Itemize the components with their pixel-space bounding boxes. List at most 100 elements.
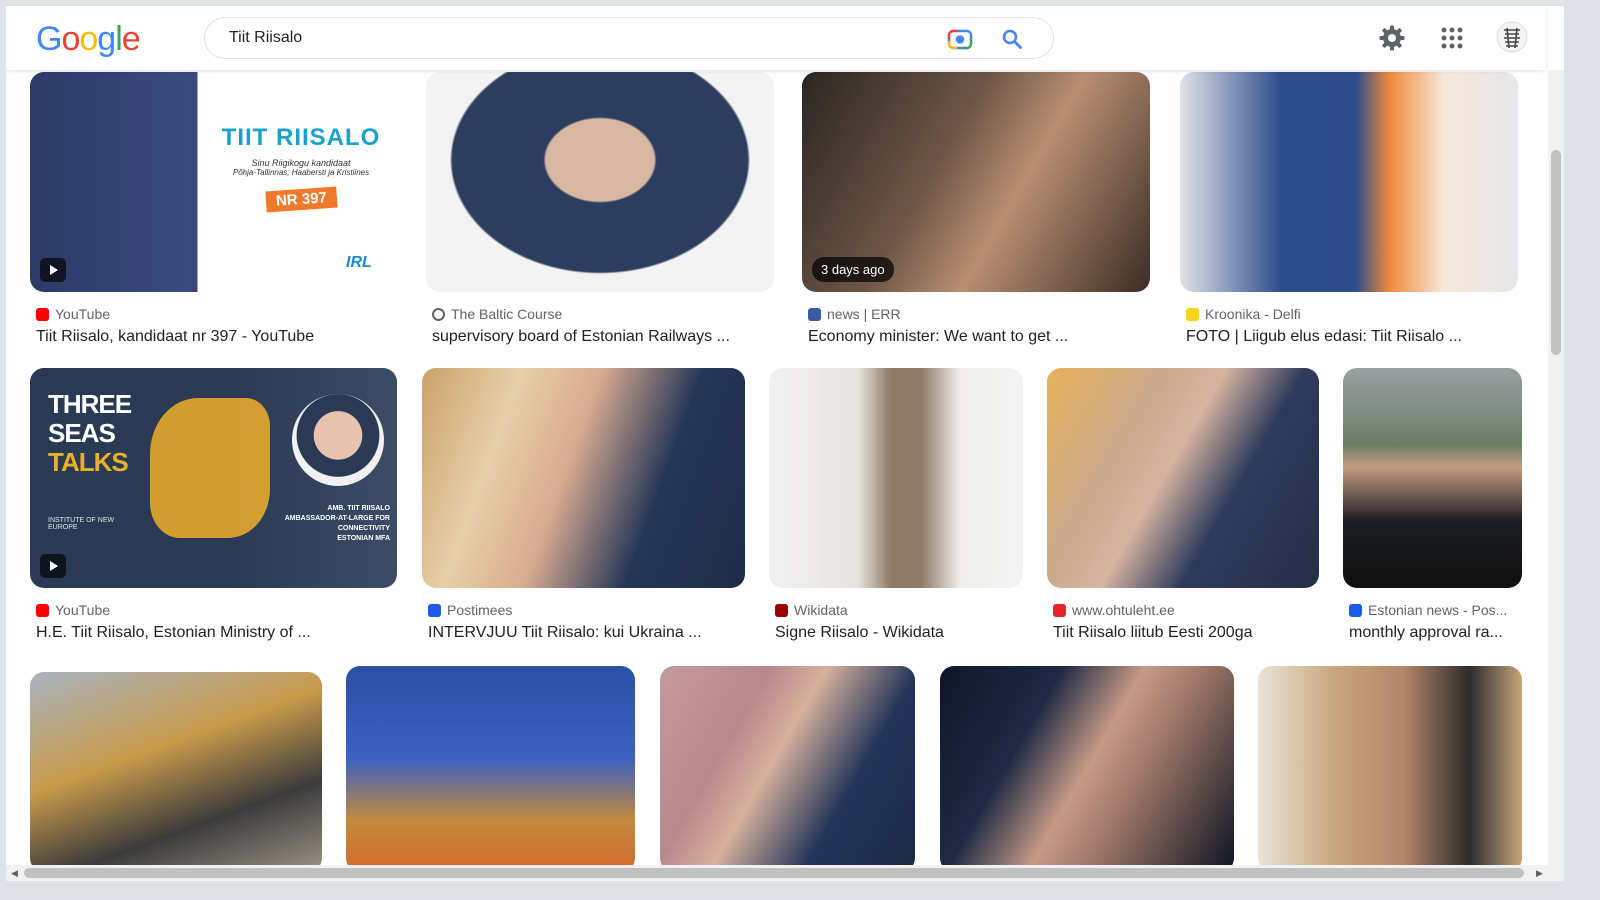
play-icon[interactable]: [40, 258, 66, 282]
result-title[interactable]: Signe Riisalo - Wikidata: [775, 624, 944, 642]
source-favicon-icon: [36, 603, 49, 617]
logo-letter: g: [97, 20, 116, 58]
result-thumbnail[interactable]: [660, 666, 915, 865]
result-title[interactable]: H.E. Tiit Riisalo, Estonian Ministry of …: [36, 624, 311, 642]
source-favicon-icon: [808, 307, 821, 321]
image-result-card[interactable]: THREE SEAS TALKS INSTITUTE OF NEW EUROPE AMB…: [30, 368, 397, 660]
overlay-caption-line: AMB. TIIT RIISALO: [327, 505, 390, 512]
result-thumbnail[interactable]: THREE SEAS TALKS INSTITUTE OF NEW EUROPE AMB…: [30, 368, 397, 588]
result-title[interactable]: supervisory board of Estonian Railways .…: [432, 328, 730, 346]
result-source[interactable]: Wikidata: [775, 602, 848, 618]
result-source[interactable]: YouTube: [36, 306, 110, 322]
source-favicon-icon: [1349, 603, 1362, 617]
image-result-card[interactable]: Wikidata Signe Riisalo - Wikidata: [769, 368, 1023, 660]
apps-grid-icon[interactable]: [1438, 24, 1466, 52]
search-box[interactable]: Tiit Riisalo: [204, 17, 1054, 59]
result-thumbnail[interactable]: 3 days ago: [802, 72, 1150, 292]
image-results-grid: TIIT RIISALO Sinu Riigikogu kandidaat Põhj…: [6, 70, 1546, 865]
image-result-card[interactable]: Estonian news - Pos... monthly approval r…: [1343, 368, 1522, 660]
overlay-subtitle: Põhja-Tallinnas, Haabersti ja Kristiines: [232, 168, 370, 177]
vertical-scrollbar[interactable]: [1548, 70, 1564, 865]
image-result-card[interactable]: Postimees INTERVJUU Tiit Riisalo: kui Ukr…: [422, 368, 745, 660]
source-name: Estonian news - Pos...: [1368, 602, 1508, 618]
search-header: Google Tiit Riisalo: [6, 6, 1546, 70]
source-favicon-icon: [428, 603, 441, 617]
source-name: YouTube: [55, 306, 111, 322]
source-name: Wikidata: [794, 602, 848, 618]
image-result-card[interactable]: TIIT RIISALO Sinu Riigikogu kandidaat Põhj…: [30, 72, 402, 364]
google-logo[interactable]: Google: [36, 20, 141, 59]
overlay-number-badge: NR 397: [264, 186, 338, 213]
thumbnail-overlay-text: THREE SEAS TALKS INSTITUTE OF NEW EUROPE: [48, 389, 132, 532]
overlay-portrait: [292, 394, 384, 486]
result-source[interactable]: The Baltic Course: [432, 306, 562, 322]
horizontal-scrollbar[interactable]: ◀ ▶: [6, 865, 1564, 881]
result-thumbnail[interactable]: [422, 368, 745, 588]
browser-window: Google Tiit Riisalo TIIT RIISALO Sinu Ri…: [6, 6, 1564, 881]
result-title[interactable]: Economy minister: We want to get ...: [808, 328, 1068, 346]
image-result-card[interactable]: [940, 666, 1234, 865]
thumbnail-overlay-text: TIIT RIISALO Sinu Riigikogu kandidaat Põhj…: [206, 124, 396, 271]
source-name: news | ERR: [827, 306, 901, 322]
source-favicon-icon: [1186, 307, 1199, 321]
result-source[interactable]: news | ERR: [808, 306, 901, 322]
account-avatar[interactable]: [1496, 21, 1528, 53]
result-thumbnail[interactable]: TIIT RIISALO Sinu Riigikogu kandidaat Põhj…: [30, 72, 402, 292]
source-name: YouTube: [55, 602, 111, 618]
source-favicon-icon: [36, 307, 49, 321]
overlay-title-line: SEAS: [48, 418, 116, 448]
result-title[interactable]: Tiit Riisalo, kandidaat nr 397 - YouTube: [36, 328, 314, 346]
image-result-card[interactable]: 3 days ago news | ERR Economy minister: We…: [802, 72, 1150, 364]
result-thumbnail[interactable]: [940, 666, 1234, 865]
gear-icon[interactable]: [1378, 24, 1406, 52]
vertical-scroll-thumb[interactable]: [1551, 150, 1561, 355]
result-thumbnail[interactable]: [1180, 72, 1518, 292]
overlay-caption-line: ESTONIAN MFA: [337, 535, 390, 542]
overlay-title-line: TALKS: [48, 447, 129, 477]
scroll-right-arrow-icon[interactable]: ▶: [1536, 868, 1543, 879]
result-thumbnail[interactable]: [1047, 368, 1319, 588]
result-source[interactable]: YouTube: [36, 602, 110, 618]
result-thumbnail[interactable]: [426, 72, 774, 292]
result-source[interactable]: www.ohtuleht.ee: [1053, 602, 1175, 618]
image-result-card[interactable]: The Baltic Course supervisory board of Es…: [426, 72, 774, 364]
result-title[interactable]: monthly approval ra...: [1349, 624, 1503, 642]
result-title[interactable]: Tiit Riisalo liitub Eesti 200ga: [1053, 624, 1253, 642]
image-result-card[interactable]: [30, 672, 322, 865]
scroll-left-arrow-icon[interactable]: ◀: [11, 868, 18, 879]
search-input[interactable]: Tiit Riisalo: [229, 29, 302, 47]
source-favicon-icon: [775, 603, 788, 617]
source-name: Kroonika - Delfi: [1205, 306, 1301, 322]
result-thumbnail[interactable]: [1343, 368, 1522, 588]
logo-letter: G: [36, 20, 62, 58]
image-result-card[interactable]: [1258, 666, 1522, 865]
overlay-title-line: THREE: [48, 389, 132, 419]
overlay-org: INSTITUTE OF NEW EUROPE: [48, 517, 115, 531]
search-icon[interactable]: [1000, 27, 1024, 51]
image-result-card[interactable]: [660, 666, 915, 865]
result-thumbnail[interactable]: [1258, 666, 1522, 865]
overlay-name: TIIT RIISALO: [221, 124, 381, 151]
result-thumbnail[interactable]: [346, 666, 635, 865]
horizontal-scroll-thumb[interactable]: [24, 868, 1524, 878]
overlay-subtitle: Sinu Riigikogu kandidaat: [251, 158, 351, 168]
result-source[interactable]: Kroonika - Delfi: [1186, 306, 1301, 322]
result-title[interactable]: INTERVJUU Tiit Riisalo: kui Ukraina ...: [428, 624, 702, 642]
overlay-caption-line: AMBASSADOR-AT-LARGE FOR CONNECTIVITY: [284, 515, 390, 532]
image-result-card[interactable]: Kroonika - Delfi FOTO | Liigub elus edasi…: [1180, 72, 1518, 364]
date-badge: 3 days ago: [812, 257, 894, 282]
logo-letter: e: [121, 20, 141, 58]
source-name: The Baltic Course: [451, 306, 563, 322]
camera-icon[interactable]: [947, 27, 973, 51]
result-thumbnail[interactable]: [30, 672, 322, 865]
result-title[interactable]: FOTO | Liigub elus edasi: Tiit Riisalo .…: [1186, 328, 1462, 346]
source-favicon-icon: [1053, 603, 1066, 617]
image-result-card[interactable]: www.ohtuleht.ee Tiit Riisalo liitub Eesti…: [1047, 368, 1319, 660]
image-result-card[interactable]: [346, 666, 635, 865]
result-source[interactable]: Estonian news - Pos...: [1349, 602, 1507, 618]
source-favicon-icon: [432, 307, 445, 321]
result-source[interactable]: Postimees: [428, 602, 512, 618]
play-icon[interactable]: [40, 554, 66, 578]
source-name: www.ohtuleht.ee: [1072, 602, 1175, 618]
result-thumbnail[interactable]: [769, 368, 1023, 588]
